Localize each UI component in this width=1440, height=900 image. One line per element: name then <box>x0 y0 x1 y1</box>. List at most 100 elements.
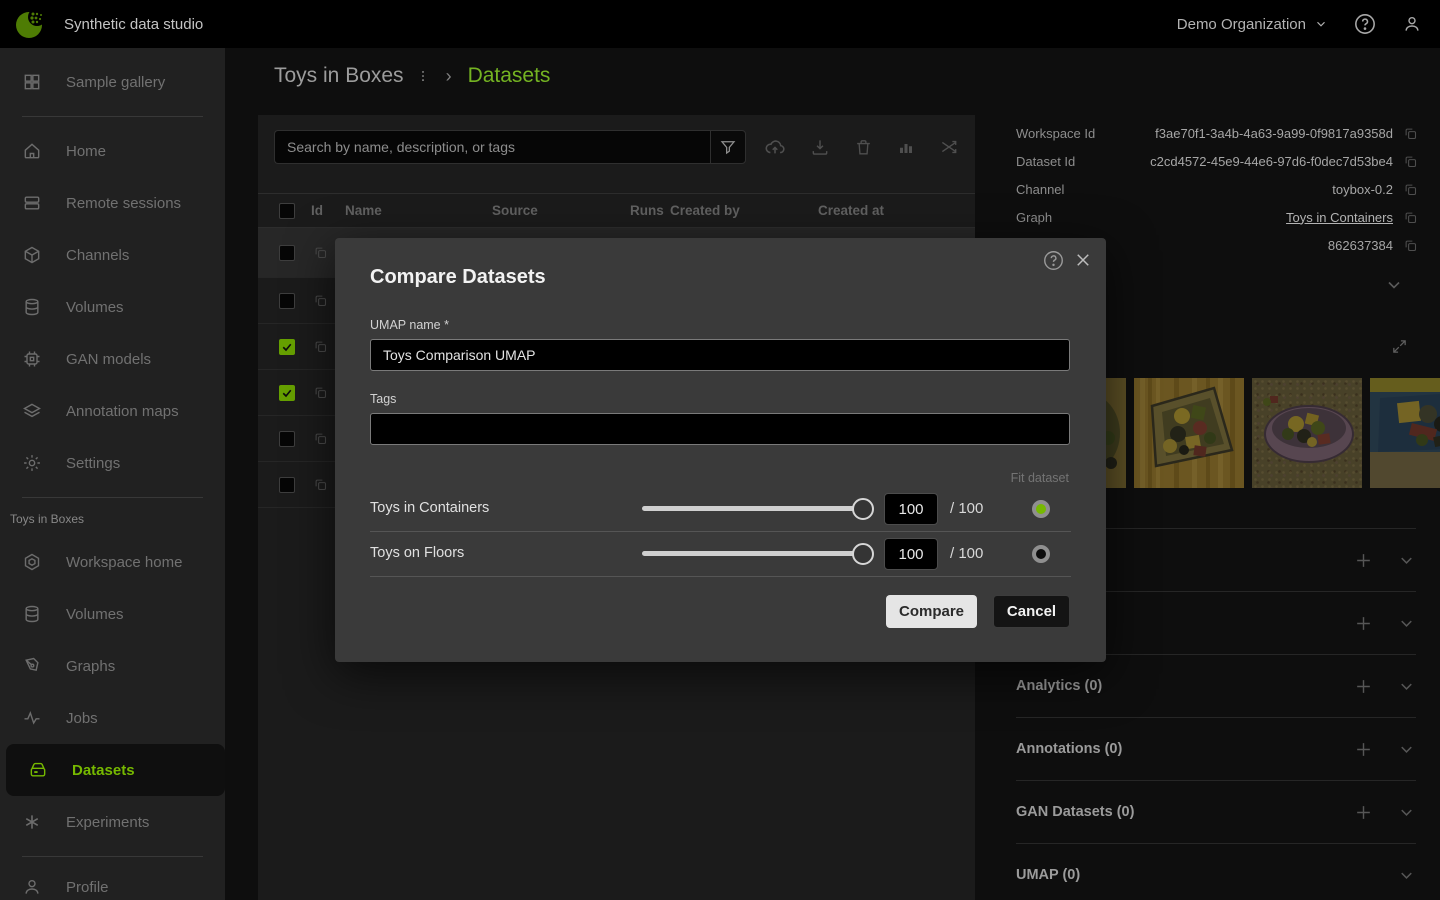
add-icon[interactable] <box>1354 614 1373 633</box>
chevron-down-icon[interactable] <box>1397 803 1416 822</box>
row-checkbox[interactable] <box>279 431 295 447</box>
collapse-details-chevron-icon[interactable] <box>1384 275 1404 295</box>
add-icon[interactable] <box>1354 551 1373 570</box>
dim-overlay <box>1134 378 1244 488</box>
section-row-umap[interactable]: UMAP (0) <box>1016 843 1416 900</box>
help-icon[interactable] <box>1354 13 1376 35</box>
sample-count-input[interactable] <box>884 493 938 525</box>
column-header-source[interactable]: Source <box>492 203 538 218</box>
field-value: f3ae70f1-3a4b-4a63-9a99-0f9817a9358d <box>1155 126 1393 141</box>
modal-close-icon[interactable] <box>1074 251 1092 269</box>
toolbar-icons <box>764 136 959 158</box>
add-icon[interactable] <box>1354 740 1373 759</box>
compare-button[interactable]: Compare <box>886 595 977 628</box>
sample-count-slider[interactable] <box>642 551 868 556</box>
cancel-button[interactable]: Cancel <box>993 595 1070 628</box>
chevron-down-icon[interactable] <box>1397 614 1416 633</box>
select-all-checkbox[interactable] <box>279 203 295 219</box>
row-checkbox[interactable] <box>279 245 295 261</box>
sidebar-item-experiments[interactable]: Experiments <box>0 796 225 848</box>
expand-samples-icon[interactable] <box>1391 338 1408 355</box>
upload-button[interactable] <box>764 136 786 158</box>
sidebar-item-jobs[interactable]: Jobs <box>0 692 225 744</box>
row-checkbox[interactable] <box>279 477 295 493</box>
chevron-down-icon[interactable] <box>1397 866 1416 885</box>
hexagon-box-icon <box>22 552 42 572</box>
download-button[interactable] <box>810 137 830 157</box>
trash-icon <box>854 138 873 157</box>
section-row-gan-datasets[interactable]: GAN Datasets (0) <box>1016 780 1416 843</box>
user-icon[interactable] <box>1402 14 1422 34</box>
add-icon[interactable] <box>1354 677 1373 696</box>
graph-link[interactable]: Toys in Containers <box>1286 210 1393 225</box>
filter-button[interactable] <box>710 130 746 164</box>
copy-icon[interactable] <box>1403 154 1418 169</box>
layers-icon <box>22 401 42 421</box>
sidebar-item-workspace-home[interactable]: Workspace home <box>0 536 225 588</box>
compare-shuffle-button[interactable] <box>939 137 959 157</box>
copy-icon[interactable] <box>1403 182 1418 197</box>
column-header-name[interactable]: Name <box>345 203 382 218</box>
column-header-id[interactable]: Id <box>311 203 323 218</box>
section-row-annotations[interactable]: Annotations (0) <box>1016 717 1416 780</box>
copy-icon[interactable] <box>313 293 328 308</box>
copy-icon[interactable] <box>313 431 328 446</box>
sample-count-input[interactable] <box>884 538 938 570</box>
workspace-section-label: Toys in Boxes <box>0 498 225 530</box>
sidebar-item-gan-models[interactable]: GAN models <box>0 333 225 385</box>
slider-handle[interactable] <box>852 543 874 565</box>
dataset-thumbnail[interactable] <box>1370 378 1440 488</box>
org-name: Demo Organization <box>1177 16 1306 33</box>
fit-dataset-radio-selected[interactable] <box>1032 500 1050 518</box>
dataset-thumbnail[interactable] <box>1134 378 1244 488</box>
chip-icon <box>22 349 42 369</box>
sidebar-item-volumes[interactable]: Volumes <box>0 281 225 333</box>
sidebar-item-annotation-maps[interactable]: Annotation maps <box>0 385 225 437</box>
section-row-analytics[interactable]: Analytics (0) <box>1016 654 1416 717</box>
fit-dataset-radio[interactable] <box>1032 545 1050 563</box>
tags-input[interactable] <box>370 413 1070 445</box>
person-icon <box>22 877 42 897</box>
copy-icon[interactable] <box>313 339 328 354</box>
copy-icon[interactable] <box>1403 126 1418 141</box>
sample-count-slider[interactable] <box>642 506 868 511</box>
column-header-created-by[interactable]: Created by <box>670 203 740 218</box>
row-checkbox[interactable] <box>279 293 295 309</box>
search-input[interactable] <box>274 130 710 164</box>
row-checkbox-checked[interactable] <box>279 385 295 401</box>
dim-overlay <box>1370 378 1440 488</box>
sidebar-item-channels[interactable]: Channels <box>0 229 225 281</box>
dataset-thumbnail[interactable] <box>1252 378 1362 488</box>
copy-icon[interactable] <box>1403 210 1418 225</box>
sidebar-item-graphs[interactable]: Graphs <box>0 640 225 692</box>
modal-help-icon[interactable] <box>1043 250 1064 271</box>
breadcrumb-workspace[interactable]: Toys in Boxes <box>274 64 404 88</box>
sidebar-item-ws-volumes[interactable]: Volumes <box>0 588 225 640</box>
sidebar-item-profile[interactable]: Profile <box>0 861 225 900</box>
org-switcher[interactable]: Demo Organization <box>1177 16 1328 33</box>
chevron-down-icon[interactable] <box>1397 740 1416 759</box>
column-header-runs[interactable]: Runs <box>630 203 664 218</box>
analytics-button[interactable] <box>897 138 915 156</box>
column-header-created-at[interactable]: Created at <box>818 203 884 218</box>
app-title: Synthetic data studio <box>64 16 203 33</box>
copy-icon[interactable] <box>1403 238 1418 253</box>
slider-handle[interactable] <box>852 498 874 520</box>
copy-icon[interactable] <box>313 385 328 400</box>
add-icon[interactable] <box>1354 803 1373 822</box>
sidebar-item-home[interactable]: Home <box>0 125 225 177</box>
gear-icon <box>22 453 42 473</box>
copy-icon[interactable] <box>313 245 328 260</box>
chevron-down-icon[interactable] <box>1397 677 1416 696</box>
row-checkbox-checked[interactable] <box>279 339 295 355</box>
sidebar-item-settings[interactable]: Settings <box>0 437 225 489</box>
umap-name-input[interactable] <box>370 339 1070 371</box>
umap-name-label: UMAP name * <box>370 318 449 332</box>
delete-button[interactable] <box>854 138 873 157</box>
kebab-menu-icon[interactable] <box>416 68 430 84</box>
sidebar-item-sample-gallery[interactable]: Sample gallery <box>0 56 225 108</box>
sidebar-item-remote-sessions[interactable]: Remote sessions <box>0 177 225 229</box>
copy-icon[interactable] <box>313 477 328 492</box>
sidebar-item-datasets[interactable]: Datasets <box>6 744 225 796</box>
chevron-down-icon[interactable] <box>1397 551 1416 570</box>
